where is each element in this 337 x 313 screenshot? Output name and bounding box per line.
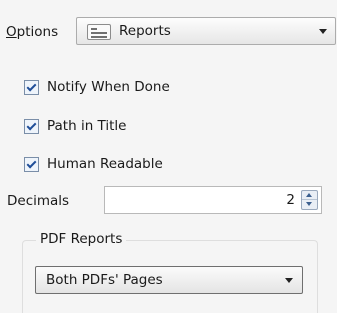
notify-when-done-label: Notify When Done [47, 79, 170, 95]
decimals-spinner[interactable] [301, 190, 318, 210]
human-readable-checkbox[interactable] [24, 156, 39, 172]
chevron-down-icon[interactable] [319, 29, 327, 34]
human-readable-label: Human Readable [47, 156, 163, 172]
document-icon [87, 24, 111, 40]
pdf-reports-dropdown-value: Both PDFs' Pages [46, 272, 163, 288]
options-dropdown-value: Reports [119, 23, 171, 39]
decimals-value: 2 [286, 192, 295, 208]
pdf-reports-dropdown[interactable]: Both PDFs' Pages [35, 266, 303, 294]
options-label-hotkey: O [6, 24, 17, 40]
decimals-input[interactable]: 2 [104, 186, 322, 214]
path-in-title-option[interactable]: Path in Title [24, 117, 126, 135]
checkmark-icon [26, 81, 37, 91]
notify-when-done-option[interactable]: Notify When Done [24, 78, 170, 96]
decimals-label: Decimals [7, 193, 70, 209]
spin-up-icon[interactable] [302, 191, 317, 200]
options-label: Options [6, 24, 58, 40]
options-dropdown[interactable]: Reports [76, 17, 336, 45]
spin-down-icon[interactable] [302, 200, 317, 209]
notify-when-done-checkbox[interactable] [24, 79, 39, 95]
checkmark-icon [26, 120, 37, 130]
path-in-title-checkbox[interactable] [24, 118, 39, 134]
pdf-reports-title: PDF Reports [36, 231, 127, 247]
path-in-title-label: Path in Title [47, 118, 127, 134]
options-label-rest: ptions [16, 24, 59, 40]
human-readable-option[interactable]: Human Readable [24, 155, 163, 173]
chevron-down-icon[interactable] [285, 278, 293, 283]
checkmark-icon [26, 158, 37, 168]
